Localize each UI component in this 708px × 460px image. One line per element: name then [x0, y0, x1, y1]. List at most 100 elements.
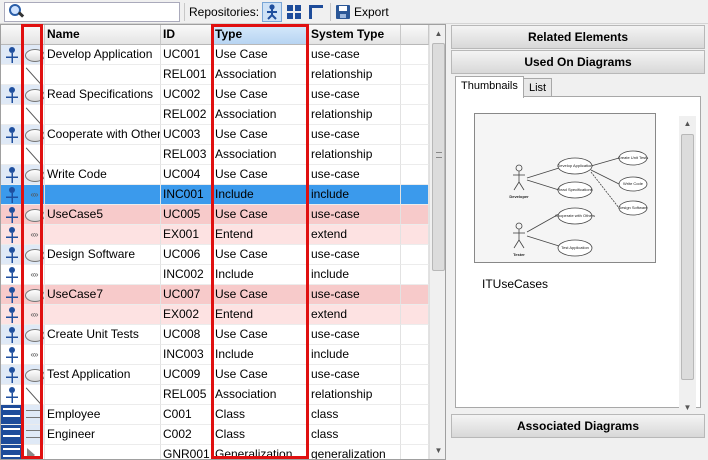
table-row[interactable]: Engineer C002 Class class	[1, 425, 429, 445]
name-cell[interactable]	[45, 265, 161, 285]
name-cell[interactable]: Employee	[45, 405, 161, 425]
id-cell[interactable]: UC003	[161, 125, 213, 145]
name-cell[interactable]: Test Application	[45, 365, 161, 385]
row-icon-cell[interactable]	[1, 385, 23, 405]
associated-diagrams-header[interactable]: Associated Diagrams	[451, 414, 705, 438]
row-icon-cell[interactable]	[1, 185, 23, 205]
tab-list[interactable]: List	[523, 78, 553, 96]
system-type-cell[interactable]: include	[309, 265, 401, 285]
row-icon-cell[interactable]	[1, 365, 23, 385]
row-icon-cell[interactable]	[23, 145, 45, 165]
table-row[interactable]: Cooperate with Other UC003 Use Case use-cas…	[1, 125, 429, 145]
system-type-cell[interactable]: relationship	[309, 145, 401, 165]
system-type-cell[interactable]: extend	[309, 305, 401, 325]
type-cell[interactable]: Use Case	[213, 365, 309, 385]
type-cell[interactable]: Use Case	[213, 245, 309, 265]
type-cell[interactable]: Include	[213, 265, 309, 285]
id-cell[interactable]: UC009	[161, 365, 213, 385]
id-cell[interactable]: C002	[161, 425, 213, 445]
related-elements-header[interactable]: Related Elements	[451, 25, 705, 49]
system-type-cell[interactable]: use-case	[309, 85, 401, 105]
system-type-cell[interactable]: use-case	[309, 245, 401, 265]
row-icon-cell[interactable]	[1, 305, 23, 325]
type-cell[interactable]: Association	[213, 145, 309, 165]
system-type-cell[interactable]: include	[309, 345, 401, 365]
name-cell[interactable]: Design Software	[45, 245, 161, 265]
name-cell[interactable]: UseCase7	[45, 285, 161, 305]
search-input[interactable]	[24, 4, 179, 20]
type-cell[interactable]: Include	[213, 345, 309, 365]
table-row[interactable]: Write Code UC004 Use Case use-case	[1, 165, 429, 185]
actor-filter-button[interactable]	[262, 2, 282, 22]
row-icon-cell[interactable]	[1, 265, 23, 285]
name-cell[interactable]	[45, 225, 161, 245]
system-type-cell[interactable]: class	[309, 405, 401, 425]
tab-thumbnails[interactable]: Thumbnails	[455, 76, 524, 98]
row-icon-cell[interactable]	[1, 65, 23, 85]
id-cell[interactable]: UC001	[161, 45, 213, 65]
search-box[interactable]	[4, 2, 180, 22]
row-icon-cell[interactable]	[1, 85, 23, 105]
table-row[interactable]: UseCase7 UC007 Use Case use-case	[1, 285, 429, 305]
type-cell[interactable]: Use Case	[213, 85, 309, 105]
row-icon-cell[interactable]	[23, 85, 45, 105]
type-cell[interactable]: Use Case	[213, 125, 309, 145]
type-cell[interactable]: Association	[213, 105, 309, 125]
scroll-thumb[interactable]	[681, 134, 694, 380]
scroll-up-arrow-icon[interactable]: ▲	[679, 116, 696, 132]
id-cell[interactable]: UC004	[161, 165, 213, 185]
column-header-icon2[interactable]	[23, 25, 45, 45]
id-cell[interactable]: UC005	[161, 205, 213, 225]
name-cell[interactable]: Read Specifications	[45, 85, 161, 105]
id-cell[interactable]: UC002	[161, 85, 213, 105]
id-cell[interactable]: REL001	[161, 65, 213, 85]
grid-vertical-scrollbar[interactable]: ▲ ▼	[429, 25, 445, 459]
name-cell[interactable]: Engineer	[45, 425, 161, 445]
name-cell[interactable]	[45, 105, 161, 125]
row-icon-cell[interactable]	[1, 145, 23, 165]
id-cell[interactable]: INC003	[161, 345, 213, 365]
type-cell[interactable]: Use Case	[213, 205, 309, 225]
system-type-cell[interactable]: include	[309, 185, 401, 205]
export-button[interactable]: Export	[336, 2, 389, 22]
table-row[interactable]: REL003 Association relationship	[1, 145, 429, 165]
row-icon-cell[interactable]	[23, 385, 45, 405]
type-cell[interactable]: Class	[213, 405, 309, 425]
row-icon-cell[interactable]	[23, 445, 45, 459]
row-icon-cell[interactable]	[1, 165, 23, 185]
row-icon-cell[interactable]	[23, 165, 45, 185]
type-cell[interactable]: Use Case	[213, 285, 309, 305]
table-row[interactable]: «» EX002 Entend extend	[1, 305, 429, 325]
system-type-cell[interactable]: use-case	[309, 165, 401, 185]
name-cell[interactable]	[45, 65, 161, 85]
column-header-type[interactable]: Type	[213, 25, 309, 45]
table-row[interactable]: REL001 Association relationship	[1, 65, 429, 85]
name-cell[interactable]: Create Unit Tests	[45, 325, 161, 345]
scroll-up-arrow-icon[interactable]: ▲	[430, 25, 445, 42]
class-filter-button[interactable]	[284, 2, 304, 22]
row-icon-cell[interactable]	[1, 345, 23, 365]
row-icon-cell[interactable]	[1, 405, 23, 425]
id-cell[interactable]: UC006	[161, 245, 213, 265]
column-header-icon1[interactable]	[1, 25, 23, 45]
search-icon[interactable]	[7, 3, 24, 21]
row-icon-cell[interactable]: «»	[23, 185, 45, 205]
row-icon-cell[interactable]: «»	[23, 225, 45, 245]
scroll-thumb[interactable]	[432, 43, 445, 271]
row-icon-cell[interactable]	[1, 225, 23, 245]
type-cell[interactable]: Use Case	[213, 45, 309, 65]
row-icon-cell[interactable]	[23, 325, 45, 345]
thumbnails-scrollbar[interactable]: ▲ ▼	[679, 116, 696, 416]
name-cell[interactable]	[45, 345, 161, 365]
row-icon-cell[interactable]	[23, 105, 45, 125]
row-icon-cell[interactable]	[1, 45, 23, 65]
table-row[interactable]: REL005 Association relationship	[1, 385, 429, 405]
name-cell[interactable]: Write Code	[45, 165, 161, 185]
row-icon-cell[interactable]	[1, 125, 23, 145]
type-cell[interactable]: Class	[213, 425, 309, 445]
row-icon-cell[interactable]	[1, 285, 23, 305]
column-header-id[interactable]: ID	[161, 25, 213, 45]
table-row[interactable]: Create Unit Tests UC008 Use Case use-case	[1, 325, 429, 345]
row-icon-cell[interactable]	[23, 125, 45, 145]
name-cell[interactable]	[45, 145, 161, 165]
